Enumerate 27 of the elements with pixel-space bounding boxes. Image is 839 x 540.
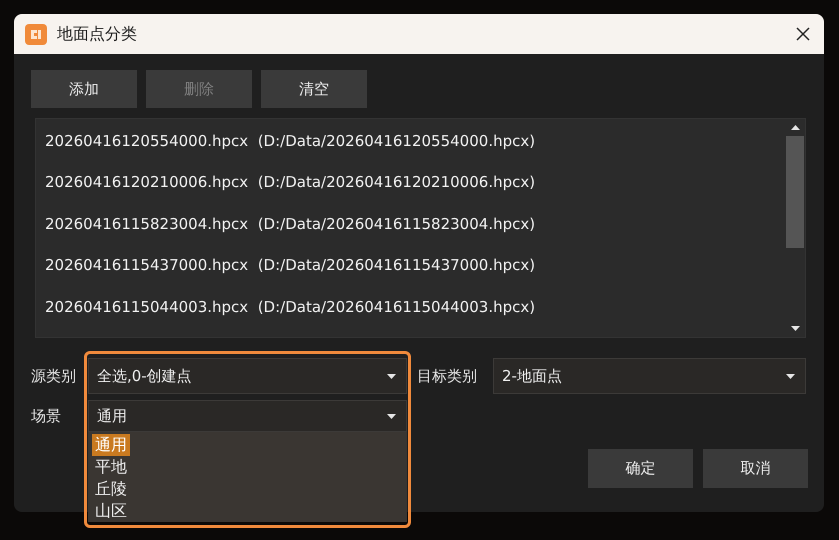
- scrollbar-thumb[interactable]: [786, 136, 804, 248]
- file-list-item[interactable]: 20260416115437000.hpcx (D:/Data/20260416115437000.hpcx): [45, 254, 785, 296]
- file-list-item[interactable]: 20260416120210006.hpcx (D:/Data/20260416120210006.hpcx): [45, 171, 785, 213]
- dropdown-option[interactable]: 平地: [92, 456, 130, 478]
- source-category-dropdown[interactable]: 全选,0-创建点: [88, 358, 407, 394]
- caret-icon: [387, 374, 396, 378]
- scroll-down-icon[interactable]: [790, 326, 800, 331]
- dialog-button[interactable]: 确定: [588, 449, 693, 488]
- field-label: 目标类别: [417, 366, 478, 387]
- toolbar-button[interactable]: 添加: [31, 70, 137, 108]
- field-label: 源类别: [31, 366, 77, 387]
- window-title: 地面点分类: [57, 23, 137, 45]
- dropdown-option[interactable]: 丘陵: [92, 478, 130, 500]
- caret-icon: [387, 414, 396, 418]
- scene-dropdown[interactable]: 通用: [88, 400, 407, 432]
- target-category-dropdown[interactable]: 2-地面点: [493, 358, 806, 394]
- file-list-item[interactable]: 20260416115823004.hpcx (D:/Data/20260416115823004.hpcx): [45, 212, 785, 254]
- field-label: 场景: [31, 406, 62, 427]
- file-list-item[interactable]: 20260416120554000.hpcx (D:/Data/20260416120554000.hpcx): [45, 130, 785, 172]
- dropdown-option[interactable]: 山区: [92, 500, 130, 522]
- close-icon[interactable]: [796, 27, 810, 41]
- scroll-up-icon[interactable]: [790, 125, 800, 130]
- dialog-button[interactable]: 取消: [703, 449, 808, 488]
- app-logo-icon: [25, 24, 47, 44]
- file-list-item[interactable]: 20260416115044003.hpcx (D:/Data/20260416115044003.hpcx): [45, 296, 785, 338]
- toolbar-button[interactable]: 清空: [261, 70, 367, 108]
- caret-icon: [786, 374, 795, 378]
